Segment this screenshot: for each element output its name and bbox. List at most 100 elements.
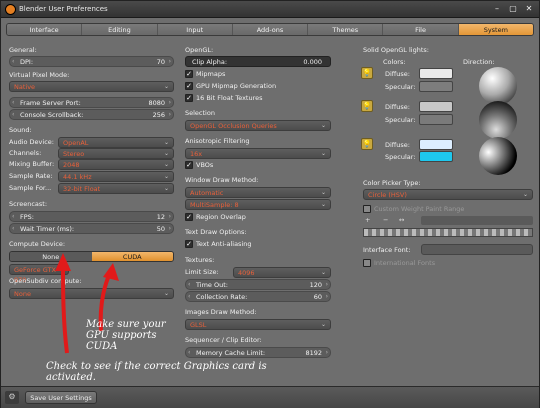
diffuse-label: Diffuse:: [385, 70, 410, 78]
general-header: General:: [9, 46, 37, 54]
increment-arrow-icon[interactable]: ›: [169, 110, 171, 120]
decrement-arrow-icon[interactable]: ‹: [12, 212, 14, 222]
aniso-header: Anisotropic Filtering: [185, 137, 250, 145]
color-ramp[interactable]: [363, 228, 533, 237]
editor-type-icon[interactable]: ⚙: [5, 391, 19, 404]
maximize-button[interactable]: ▢: [507, 4, 519, 14]
decrement-arrow-icon[interactable]: ‹: [12, 224, 14, 234]
light-bulb-icon[interactable]: 💡: [361, 67, 373, 79]
light-bulb-icon[interactable]: 💡: [361, 138, 373, 150]
window-draw-header: Window Draw Method:: [185, 176, 259, 184]
virtual-pixel-select[interactable]: Native ⌄: [9, 81, 174, 92]
light-bulb-icon[interactable]: 💡: [361, 100, 373, 112]
color-picker-select[interactable]: Circle (HSV) ⌄: [363, 189, 533, 200]
multisample-select[interactable]: MultiSample: 8 ⌄: [185, 199, 331, 210]
interface-font-field[interactable]: [421, 244, 533, 255]
arrow-head-icon: [55, 253, 71, 271]
window-draw-select[interactable]: Automatic ⌄: [185, 187, 331, 198]
sample-format-select[interactable]: 32-bit Float ⌄: [58, 183, 174, 194]
decrement-arrow-icon[interactable]: ‹: [12, 110, 14, 120]
vbos-checkbox[interactable]: ✓ VBOs: [185, 160, 213, 170]
specular-label: Specular:: [385, 116, 416, 124]
decrement-arrow-icon[interactable]: ‹: [188, 348, 190, 358]
check-icon: ✓: [185, 161, 193, 169]
remove-stop-button[interactable]: −: [383, 216, 388, 224]
solid-lights-header: Solid OpenGL lights:: [363, 46, 429, 54]
increment-arrow-icon[interactable]: ›: [169, 212, 171, 222]
tab-editing[interactable]: Editing: [82, 24, 158, 35]
light2-specular-swatch[interactable]: [419, 114, 453, 125]
images-draw-header: Images Draw Method:: [185, 308, 257, 316]
increment-arrow-icon[interactable]: ›: [169, 98, 171, 108]
frame-server-port-field[interactable]: ‹ Frame Server Port: 8080 ›: [9, 97, 174, 108]
light3-specular-swatch[interactable]: [419, 151, 453, 162]
light2-diffuse-swatch[interactable]: [419, 101, 453, 112]
light1-direction-sphere[interactable]: [479, 67, 517, 105]
channels-select[interactable]: Stereo ⌄: [58, 148, 174, 159]
close-button[interactable]: ✕: [523, 4, 535, 14]
increment-arrow-icon[interactable]: ›: [326, 280, 328, 290]
tab-interface[interactable]: Interface: [7, 24, 83, 35]
fps-field[interactable]: ‹ FPS: 12 ›: [9, 211, 174, 222]
tab-themes[interactable]: Themes: [308, 24, 384, 35]
international-fonts-checkbox[interactable]: International Fonts: [363, 258, 435, 268]
decrement-arrow-icon[interactable]: ‹: [188, 292, 190, 302]
flip-ramp-button[interactable]: ↔: [399, 216, 404, 224]
chevron-down-icon: ⌄: [163, 83, 169, 90]
light3-diffuse-swatch[interactable]: [419, 139, 453, 150]
tab-addons[interactable]: Add-ons: [232, 24, 309, 35]
arrow-head-icon: [103, 263, 119, 281]
save-user-settings-button[interactable]: Save User Settings: [25, 391, 97, 404]
tab-input[interactable]: Input: [157, 24, 233, 35]
add-stop-button[interactable]: +: [365, 216, 370, 224]
virtual-pixel-header: Virtual Pixel Mode:: [9, 71, 70, 79]
console-scrollback-field[interactable]: ‹ Console Scrollback: 256 ›: [9, 109, 174, 120]
gpu-annotation: Make sure your GPU supports CUDA: [86, 319, 166, 352]
sample-format-label: Sample For...: [9, 184, 52, 192]
minimize-button[interactable]: –: [491, 4, 503, 14]
float-textures-checkbox[interactable]: ✓ 16 Bit Float Textures: [185, 93, 263, 103]
text-draw-header: Text Draw Options:: [185, 228, 247, 236]
direction-label: Direction:: [463, 58, 495, 66]
increment-arrow-icon[interactable]: ›: [169, 224, 171, 234]
audio-device-select[interactable]: OpenAL ⌄: [58, 137, 174, 148]
limit-size-label: Limit Size:: [185, 268, 219, 276]
wait-timer-field[interactable]: ‹ Wait Timer (ms): 50 ›: [9, 223, 174, 234]
aniso-select[interactable]: 16x ⌄: [185, 148, 331, 159]
colors-label: Colors:: [383, 58, 406, 66]
time-out-field[interactable]: ‹ Time Out: 120 ›: [185, 279, 331, 290]
images-draw-select[interactable]: GLSL ⌄: [185, 319, 331, 330]
light2-direction-sphere[interactable]: [479, 101, 517, 139]
decrement-arrow-icon[interactable]: ‹: [12, 57, 14, 67]
interface-font-label: Interface Font:: [363, 246, 411, 254]
custom-weight-checkbox[interactable]: Custom Weight Paint Range: [363, 204, 464, 214]
increment-arrow-icon[interactable]: ›: [169, 57, 171, 67]
increment-arrow-icon[interactable]: ›: [326, 348, 328, 358]
window-title: Blender User Preferences: [19, 5, 108, 13]
check-annotation: Check to see if the correct Graphics car…: [46, 361, 267, 383]
sample-rate-select[interactable]: 44.1 kHz ⌄: [58, 171, 174, 182]
ramp-controls[interactable]: [421, 216, 533, 225]
memory-cache-field[interactable]: ‹ Memory Cache Limit: 8192 ›: [185, 347, 331, 358]
light1-diffuse-swatch[interactable]: [419, 68, 453, 79]
selection-select[interactable]: OpenGL Occlusion Queries ⌄: [185, 120, 331, 131]
tab-file[interactable]: File: [383, 24, 459, 35]
limit-size-select[interactable]: 4096 ⌄: [233, 267, 331, 278]
text-antialias-checkbox[interactable]: ✓ Text Anti-aliasing: [185, 239, 252, 249]
footer-bar: ⚙ Save User Settings: [1, 386, 539, 408]
increment-arrow-icon[interactable]: ›: [326, 292, 328, 302]
check-icon: ✓: [185, 70, 193, 78]
light3-direction-sphere[interactable]: [479, 137, 517, 175]
mipmaps-checkbox[interactable]: ✓ Mipmaps: [185, 69, 225, 79]
gpu-mipmap-checkbox[interactable]: ✓ GPU Mipmap Generation: [185, 81, 276, 91]
light1-specular-swatch[interactable]: [419, 81, 453, 92]
decrement-arrow-icon[interactable]: ‹: [12, 98, 14, 108]
dpi-field[interactable]: ‹ DPI: 70 ›: [9, 56, 174, 67]
mixing-buffer-select[interactable]: 2048 ⌄: [58, 159, 174, 170]
check-icon: ✓: [185, 94, 193, 102]
clip-alpha-field[interactable]: Clip Alpha: 0.000: [185, 56, 331, 67]
tab-system[interactable]: System: [458, 24, 533, 35]
region-overlap-checkbox[interactable]: ✓ Region Overlap: [185, 212, 246, 222]
collection-rate-field[interactable]: ‹ Collection Rate: 60 ›: [185, 291, 331, 302]
decrement-arrow-icon[interactable]: ‹: [188, 280, 190, 290]
